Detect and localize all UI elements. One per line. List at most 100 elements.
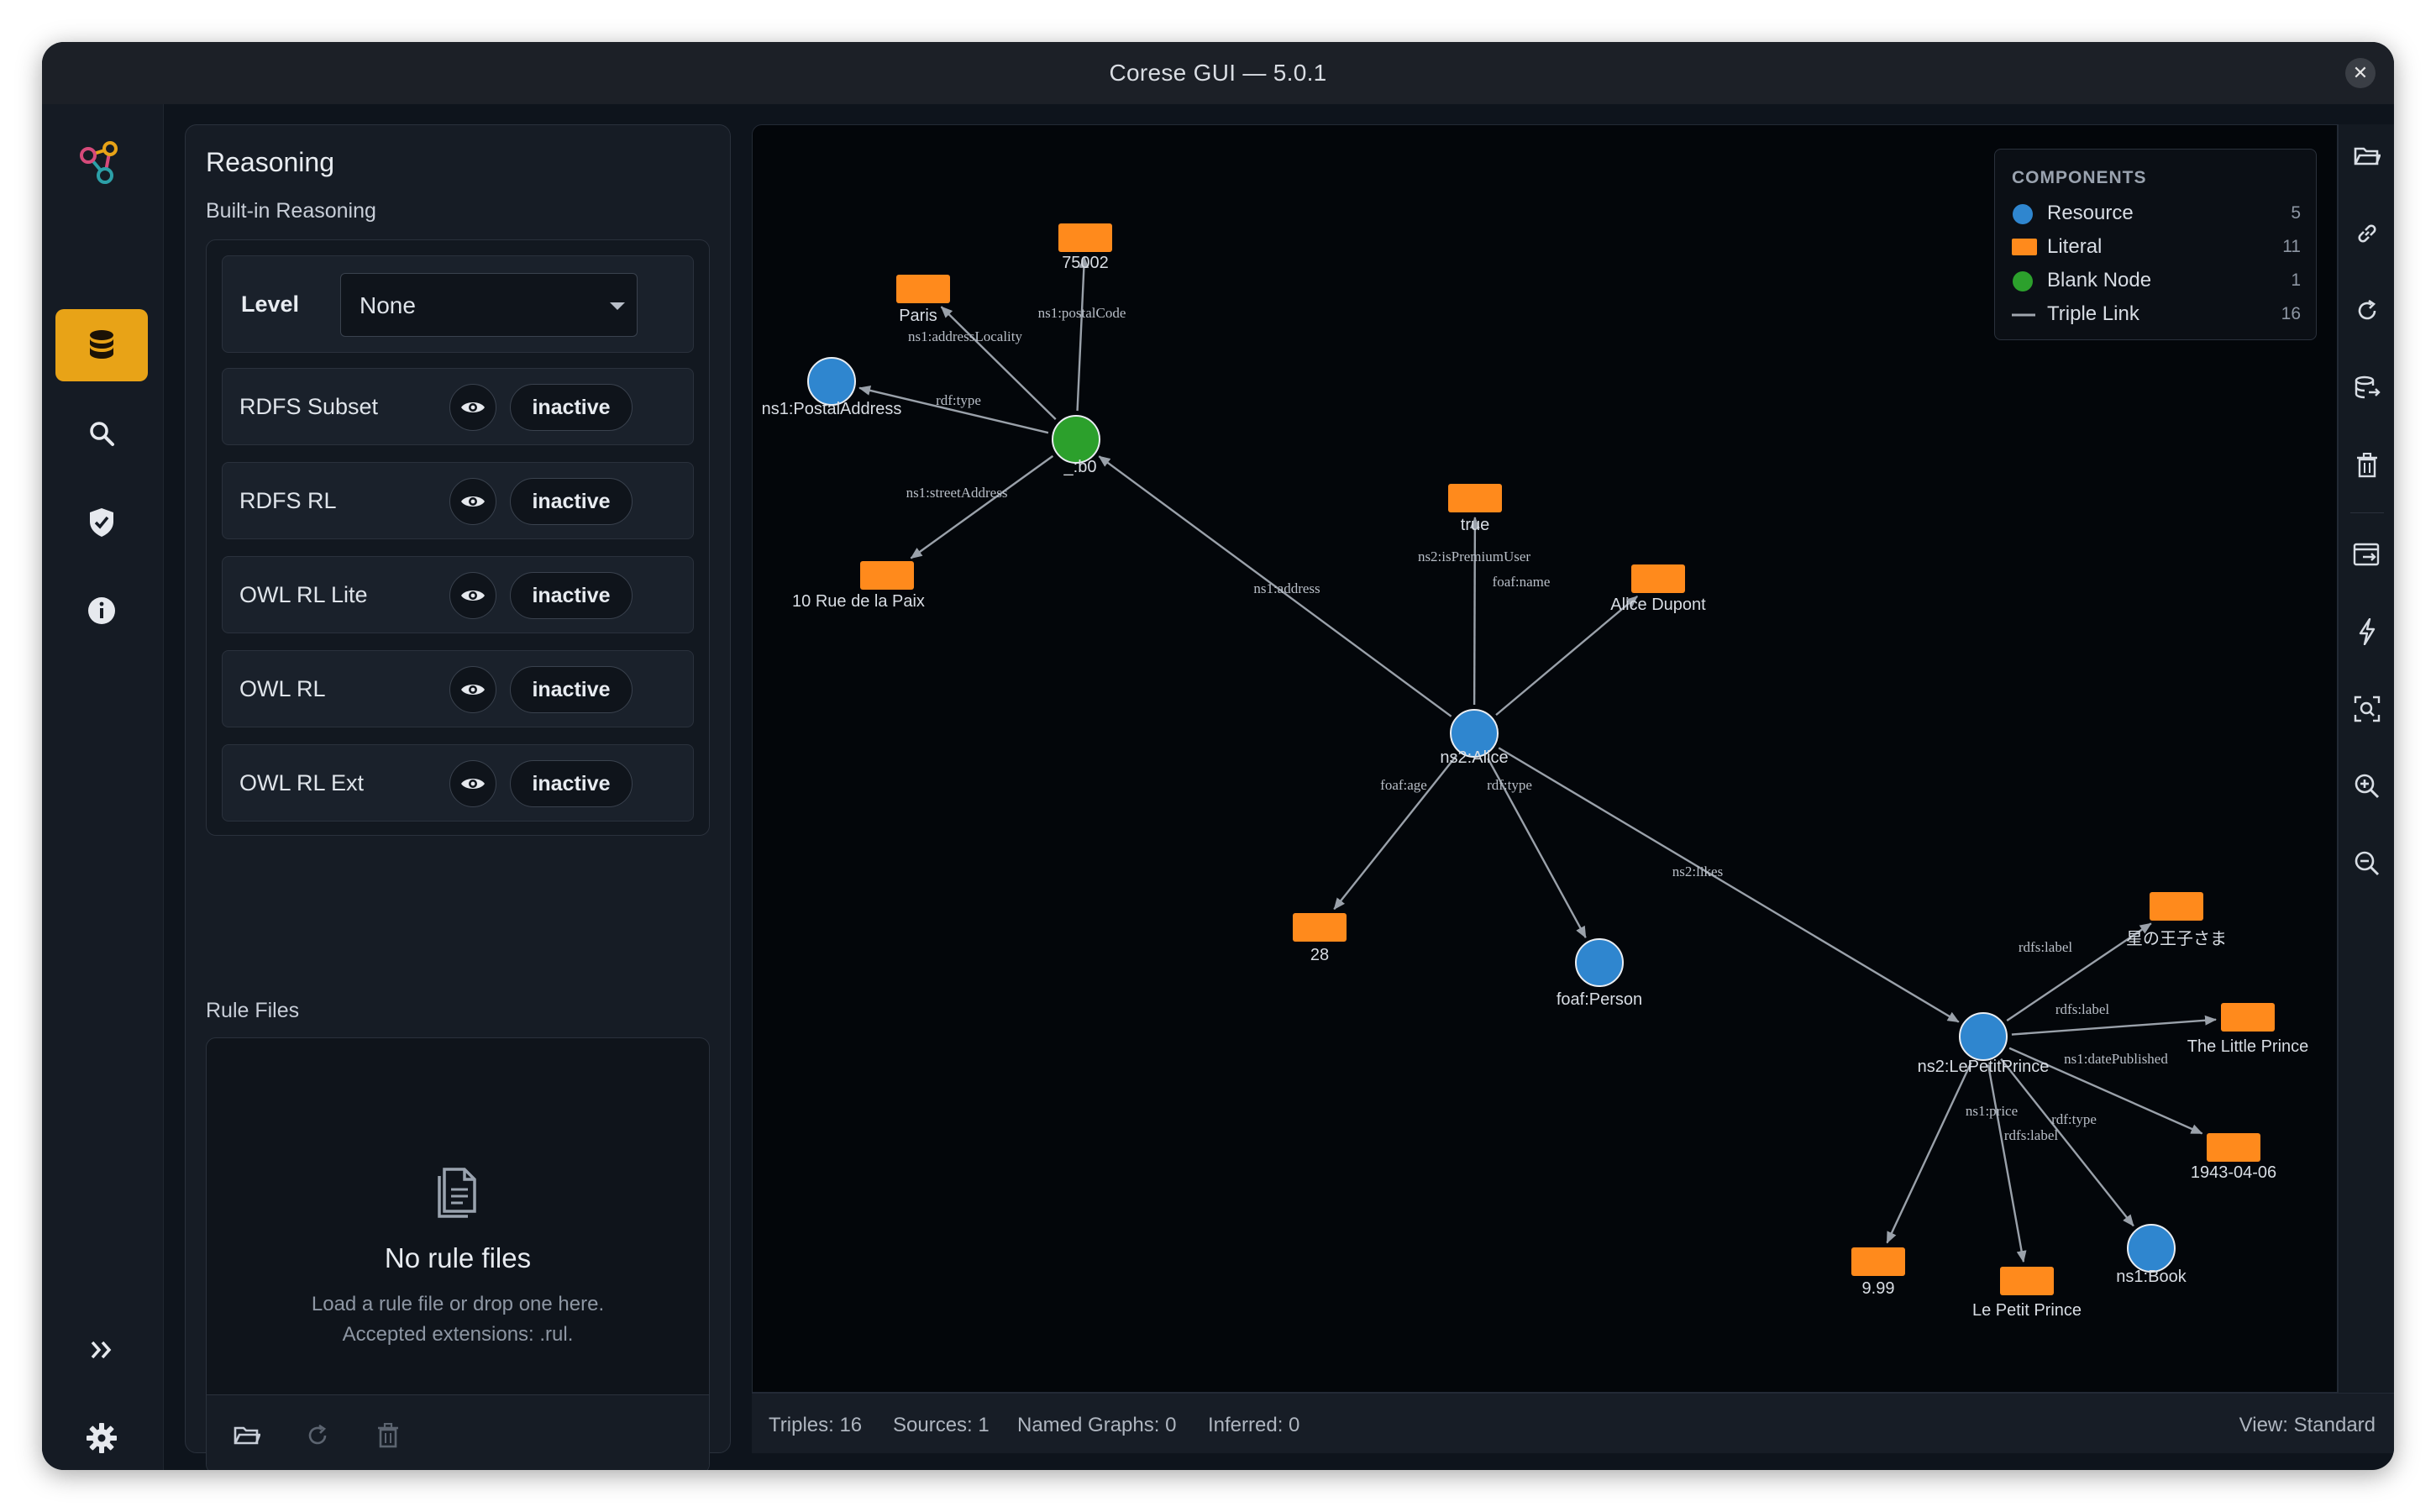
resource-node[interactable]	[1959, 1012, 2008, 1061]
empty-description-2: Accepted extensions: .rul.	[342, 1323, 574, 1346]
level-value: None	[360, 292, 416, 318]
literal-node[interactable]	[1631, 564, 1685, 593]
graph-edge[interactable]	[1886, 1062, 1972, 1244]
literal-node[interactable]	[2150, 892, 2203, 921]
components-legend: COMPONENTS Resource 5 Literal 11 Blank N…	[1994, 149, 2317, 340]
node-label: _:b0	[1063, 458, 1097, 476]
node-label: Le Petit Prince	[1971, 1301, 2082, 1320]
node-label: The Little Prince	[2187, 1037, 2309, 1056]
literal-node[interactable]	[2221, 1003, 2275, 1032]
literal-node[interactable]	[1851, 1247, 1905, 1276]
legend-count: 11	[2282, 237, 2301, 256]
triple-link-swatch	[2012, 313, 2035, 317]
status-sources: Sources: 1	[893, 1414, 990, 1436]
legend-item-triple-link: Triple Link 16	[2012, 301, 2301, 326]
rule-row-owl-rl: OWL RL inactive	[222, 650, 694, 727]
eye-icon[interactable]	[449, 478, 496, 525]
builtin-reasoning-group: Level None RDFS Subset inactive RDFS RL …	[206, 239, 710, 836]
resource-swatch	[2013, 204, 2033, 224]
sidebar-item-data[interactable]	[55, 309, 148, 381]
rule-toggle-button[interactable]: inactive	[510, 478, 633, 525]
builtin-reasoning-label: Built-in Reasoning	[206, 199, 376, 223]
graph-edge[interactable]	[1076, 255, 1089, 412]
sidebar-item-info[interactable]	[55, 575, 148, 647]
rule-toggle-button[interactable]: inactive	[510, 384, 633, 431]
rule-toggle-button[interactable]: inactive	[510, 760, 633, 807]
status-triples: Triples: 16	[769, 1414, 863, 1436]
graph-canvas[interactable]: ns1:address rdf:type ns1:addressLocality ns…	[752, 124, 2338, 1393]
legend-header: COMPONENTS	[2012, 168, 2147, 187]
literal-node[interactable]	[2207, 1133, 2260, 1162]
eye-icon[interactable]	[449, 760, 496, 807]
legend-item-literal: Literal 11	[2012, 234, 2301, 259]
graph-edge[interactable]	[910, 454, 1054, 559]
chevron-down-icon	[610, 302, 625, 310]
rule-toggle-button[interactable]: inactive	[510, 666, 633, 713]
expand-sidebar-button[interactable]	[55, 1314, 148, 1386]
sidebar-item-validation[interactable]	[55, 486, 148, 559]
blank-node-swatch	[2013, 271, 2033, 291]
edge-label: rdf:type	[1487, 777, 1532, 793]
refresh-icon[interactable]	[301, 1420, 334, 1451]
database-export-icon[interactable]	[2350, 371, 2384, 405]
app-window: Corese GUI — 5.0.1 ✕ Reasoning Built-in …	[42, 42, 2394, 1470]
zoom-fit-icon[interactable]	[2350, 692, 2384, 726]
toolbar-divider	[2350, 512, 2384, 513]
edge-label: ns1:price	[1965, 1103, 2019, 1119]
rule-name: OWL RL	[239, 676, 326, 701]
trash-icon[interactable]	[371, 1420, 405, 1451]
folder-open-icon[interactable]	[230, 1420, 264, 1451]
edge-label: ns1:streetAddress	[906, 485, 1008, 501]
literal-node[interactable]	[896, 275, 950, 303]
resource-node[interactable]	[2127, 1224, 2176, 1273]
node-label: 75002	[1062, 254, 1109, 272]
eye-icon[interactable]	[449, 384, 496, 431]
status-bar: Triples: 16 Sources: 1 Named Graphs: 0 I…	[752, 1393, 2394, 1453]
rule-name: OWL RL Ext	[239, 770, 365, 795]
rule-files-dropzone[interactable]: No rule files Load a rule file or drop o…	[206, 1037, 710, 1470]
edge-label: foaf:name	[1492, 574, 1551, 590]
graph-logo-icon[interactable]	[55, 126, 148, 198]
zoom-out-icon[interactable]	[2350, 847, 2384, 880]
zoom-in-icon[interactable]	[2350, 769, 2384, 803]
rule-row-owl-rl-ext: OWL RL Ext inactive	[222, 744, 694, 822]
eye-icon[interactable]	[449, 666, 496, 713]
rule-name: OWL RL Lite	[239, 582, 368, 607]
node-label: true	[1460, 516, 1490, 534]
legend-item-blank-node: Blank Node 1	[2012, 267, 2301, 292]
node-label: 星の王子さま	[2126, 930, 2227, 948]
trash-icon[interactable]	[2350, 449, 2384, 482]
sidebar-item-search[interactable]	[55, 397, 148, 470]
link-icon[interactable]	[2350, 217, 2384, 250]
panel-title: Reasoning	[206, 147, 334, 177]
graph-edge[interactable]	[2011, 1015, 2218, 1036]
literal-swatch	[2012, 239, 2037, 255]
literal-node[interactable]	[2000, 1267, 2054, 1295]
graph-edge[interactable]	[1498, 747, 1960, 1023]
resource-node[interactable]	[807, 357, 856, 406]
level-row: Level None	[222, 255, 694, 353]
rule-row-rdfs-rl: RDFS RL inactive	[222, 462, 694, 539]
close-icon[interactable]: ✕	[2345, 58, 2376, 88]
level-select[interactable]: None	[340, 273, 638, 337]
refresh-icon[interactable]	[2350, 294, 2384, 328]
blank-node[interactable]	[1052, 415, 1100, 464]
node-label: 9.99	[1861, 1279, 1895, 1298]
rule-toggle-button[interactable]: inactive	[510, 572, 633, 619]
graph-toolbar	[2338, 124, 2394, 1393]
literal-node[interactable]	[860, 561, 914, 590]
settings-button[interactable]	[55, 1402, 148, 1470]
reasoning-panel: Reasoning Built-in Reasoning Level None …	[185, 124, 731, 1470]
status-inferred: Inferred: 0	[1208, 1414, 1300, 1436]
literal-node[interactable]	[1448, 484, 1502, 512]
graph-edge[interactable]	[1469, 516, 1480, 706]
resource-node[interactable]	[1575, 938, 1624, 987]
literal-node[interactable]	[1058, 223, 1112, 252]
eye-icon[interactable]	[449, 572, 496, 619]
graph-edge[interactable]	[1987, 1064, 2027, 1263]
export-view-icon[interactable]	[2350, 538, 2384, 571]
flash-icon[interactable]	[2350, 615, 2384, 648]
folder-open-icon[interactable]	[2350, 139, 2384, 173]
node-label: Paris	[899, 307, 937, 325]
literal-node[interactable]	[1293, 913, 1347, 942]
